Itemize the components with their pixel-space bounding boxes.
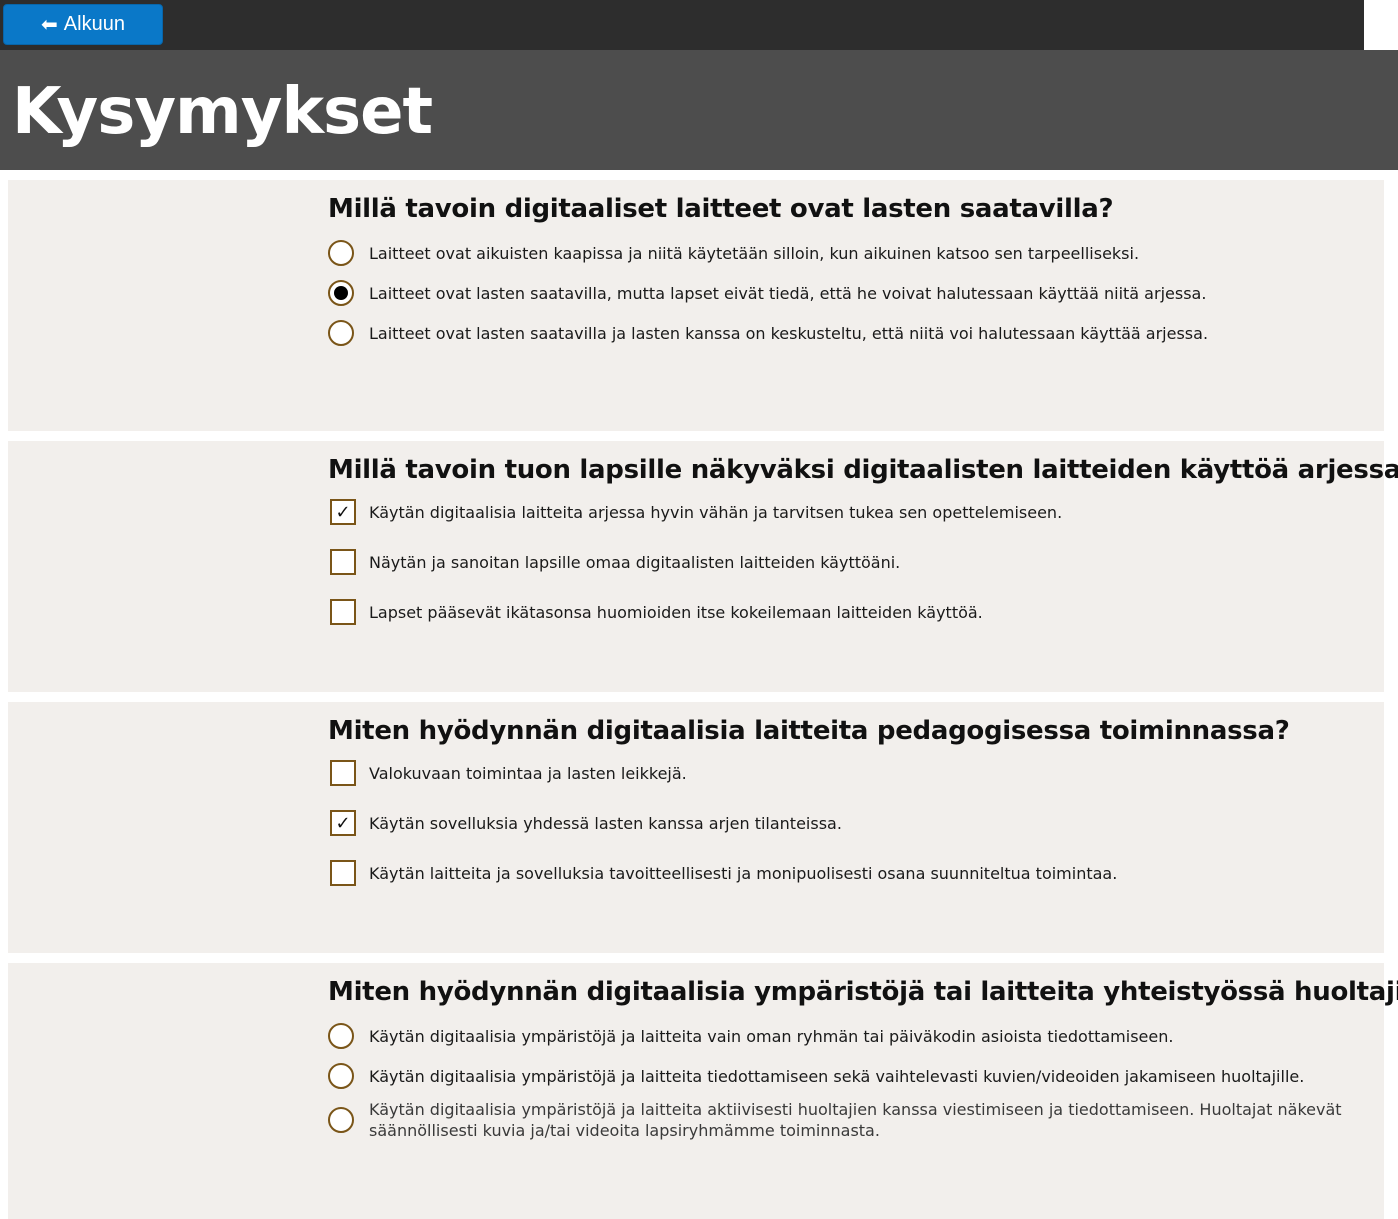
option-label: Valokuvaan toimintaa ja lasten leikkejä.: [369, 763, 687, 783]
option-label: Käytän digitaalisia laitteita arjessa hy…: [369, 502, 1063, 522]
checkbox-option[interactable]: Käytän laitteita ja sovelluksia tavoitte…: [328, 860, 1117, 886]
radio-option[interactable]: Käytän digitaalisia ympäristöjä ja laitt…: [328, 1099, 1348, 1141]
radio-option[interactable]: Käytän digitaalisia ympäristöjä ja laitt…: [328, 1063, 1304, 1089]
arrow-left-icon: ⬅: [41, 14, 58, 36]
option-label: Käytän digitaalisia ympäristöjä ja laitt…: [369, 1026, 1174, 1046]
radio-button-selected[interactable]: [328, 280, 354, 306]
question-title: Millä tavoin tuon lapsille näkyväksi dig…: [328, 455, 1398, 485]
checkbox[interactable]: [330, 860, 356, 886]
checkbox-option[interactable]: ✓ Käytän sovelluksia yhdessä lasten kans…: [328, 810, 842, 836]
checkbox-option[interactable]: ✓ Käytän digitaalisia laitteita arjessa …: [328, 499, 1062, 525]
option-label: Käytän digitaalisia ympäristöjä ja laitt…: [369, 1100, 1342, 1140]
option-label: Laitteet ovat lasten saatavilla, mutta l…: [369, 283, 1207, 303]
option-label: Käytän digitaalisia ympäristöjä ja laitt…: [369, 1066, 1305, 1086]
radio-button[interactable]: [328, 320, 354, 346]
checkbox-checked[interactable]: ✓: [330, 499, 356, 525]
checkmark-icon: ✓: [335, 501, 351, 523]
back-to-start-button[interactable]: ⬅ Alkuun: [3, 4, 163, 45]
checkbox[interactable]: [330, 760, 356, 786]
checkbox-checked[interactable]: ✓: [330, 810, 356, 836]
top-bar: [0, 0, 1364, 50]
question-title: Miten hyödynnän digitaalisia ympäristöjä…: [328, 977, 1398, 1007]
option-label: Laitteet ovat lasten saatavilla ja laste…: [369, 323, 1209, 343]
question-title: Miten hyödynnän digitaalisia laitteita p…: [328, 716, 1290, 746]
question-card-3: Miten hyödynnän digitaalisia laitteita p…: [8, 702, 1384, 953]
option-label: Käytän sovelluksia yhdessä lasten kanssa…: [369, 813, 842, 833]
option-label: Laitteet ovat aikuisten kaapissa ja niit…: [369, 243, 1140, 263]
checkbox[interactable]: [330, 599, 356, 625]
radio-option[interactable]: Käytän digitaalisia ympäristöjä ja laitt…: [328, 1023, 1173, 1049]
radio-button[interactable]: [328, 1107, 354, 1133]
radio-dot-icon: [334, 286, 348, 300]
option-label: Käytän laitteita ja sovelluksia tavoitte…: [369, 863, 1118, 883]
page-title: Kysymykset: [12, 75, 433, 149]
option-label: Lapset pääsevät ikätasonsa huomioiden it…: [369, 602, 983, 622]
question-card-2: Millä tavoin tuon lapsille näkyväksi dig…: [8, 441, 1398, 692]
radio-option[interactable]: Laitteet ovat lasten saatavilla ja laste…: [328, 320, 1208, 346]
back-button-label: Alkuun: [63, 13, 125, 35]
radio-option[interactable]: Laitteet ovat lasten saatavilla, mutta l…: [328, 280, 1206, 306]
question-card-4: Miten hyödynnän digitaalisia ympäristöjä…: [8, 963, 1398, 1219]
checkmark-icon: ✓: [335, 812, 351, 834]
radio-button[interactable]: [328, 1063, 354, 1089]
checkbox[interactable]: [330, 549, 356, 575]
radio-option[interactable]: Laitteet ovat aikuisten kaapissa ja niit…: [328, 240, 1139, 266]
radio-button[interactable]: [328, 1023, 354, 1049]
question-title: Millä tavoin digitaaliset laitteet ovat …: [328, 194, 1114, 224]
question-card-1: Millä tavoin digitaaliset laitteet ovat …: [8, 180, 1384, 431]
checkbox-option[interactable]: Näytän ja sanoitan lapsille omaa digitaa…: [328, 549, 900, 575]
option-label: Näytän ja sanoitan lapsille omaa digitaa…: [369, 552, 901, 572]
checkbox-option[interactable]: Valokuvaan toimintaa ja lasten leikkejä.: [328, 760, 687, 786]
checkbox-option[interactable]: Lapset pääsevät ikätasonsa huomioiden it…: [328, 599, 983, 625]
radio-button[interactable]: [328, 240, 354, 266]
